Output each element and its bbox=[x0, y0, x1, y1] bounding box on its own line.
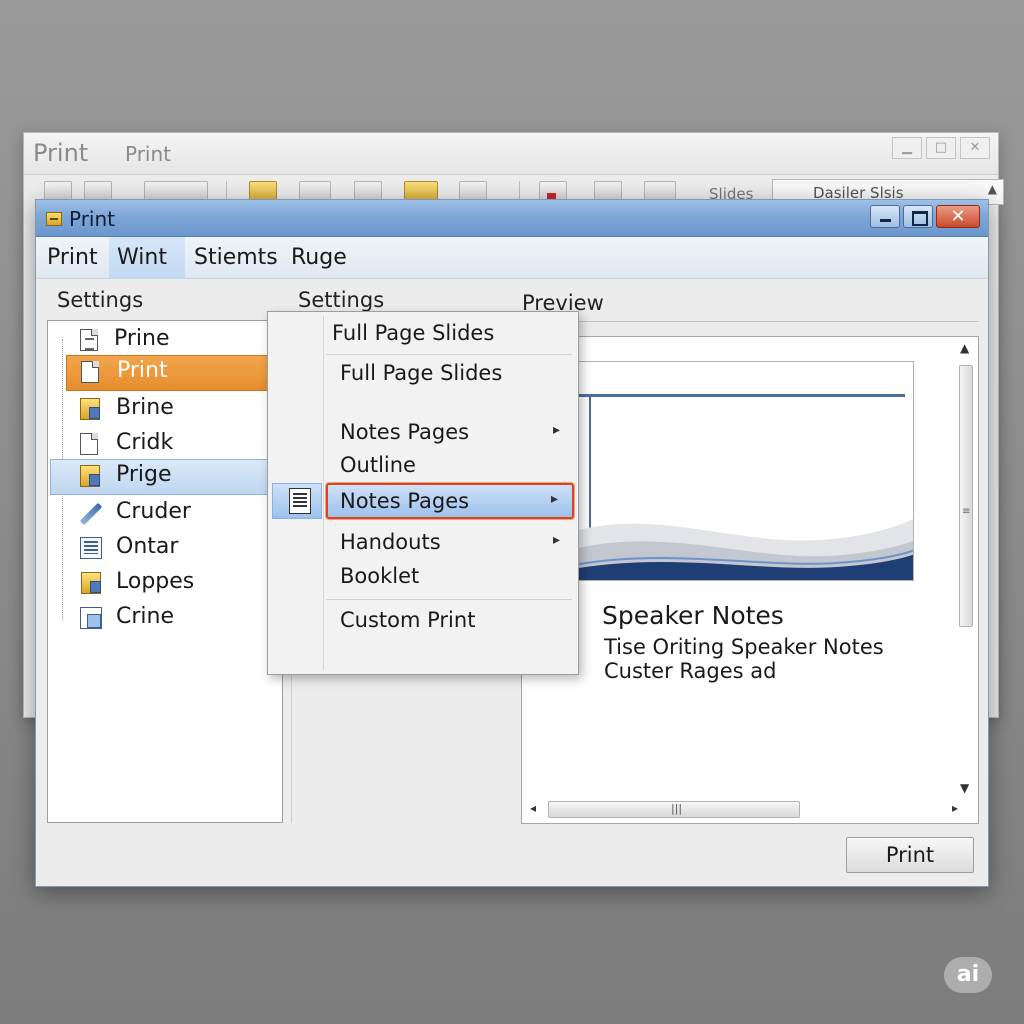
tree-item-crine[interactable]: Crine bbox=[48, 601, 270, 637]
minimize-button[interactable] bbox=[870, 205, 900, 228]
menu-item-label: Booklet bbox=[340, 564, 420, 588]
tree-item-label: Brine bbox=[116, 395, 174, 420]
menu-item-handouts[interactable]: Handouts ▸ bbox=[326, 526, 574, 562]
menu-item-label: Notes Pages bbox=[340, 489, 470, 513]
tree-item-cruder[interactable]: Cruder bbox=[48, 496, 270, 532]
menu-item-booklet[interactable]: Booklet bbox=[326, 560, 574, 596]
scroll-right-icon[interactable]: ▸ bbox=[952, 801, 958, 815]
vertical-scroll-thumb[interactable]: ≡ bbox=[959, 365, 973, 627]
menu-item-label: Outline bbox=[340, 453, 416, 477]
menu-stiemts[interactable]: Stiemts bbox=[186, 237, 286, 279]
background-window-controls: ▁ □ ✕ bbox=[892, 137, 990, 159]
picture-icon bbox=[80, 398, 100, 420]
scroll-down-icon[interactable]: ▼ bbox=[960, 781, 969, 795]
tree-item-label: Crine bbox=[116, 604, 174, 629]
scroll-up-icon[interactable]: ▲ bbox=[960, 341, 969, 355]
menu-icon-gutter bbox=[323, 316, 324, 670]
tree-item-label: Prine bbox=[114, 326, 170, 351]
menu-item-label: Full Page Slides bbox=[340, 361, 503, 385]
print-layout-dropdown: Full Page Slides Full Page Slides Notes … bbox=[267, 311, 579, 675]
tree-item-label: Cruder bbox=[116, 499, 191, 524]
menu-wint[interactable]: Wint bbox=[109, 237, 185, 279]
preview-header-divider bbox=[521, 321, 979, 322]
grip-icon: ≡ bbox=[962, 506, 971, 517]
speaker-notes-line: Custer Rages ad bbox=[604, 659, 777, 683]
speaker-notes-line: Tise Oriting Speaker Notes bbox=[604, 635, 884, 659]
document-icon bbox=[80, 329, 98, 351]
close-icon[interactable]: ✕ bbox=[960, 137, 990, 159]
notes-page-icon bbox=[289, 488, 311, 514]
menu-icon-highlight bbox=[272, 483, 322, 519]
dialog-title: Print bbox=[69, 207, 116, 231]
slide-title-rule bbox=[579, 394, 905, 397]
menu-item-label: Notes Pages bbox=[340, 420, 470, 444]
horizontal-scroll-thumb[interactable]: ||| bbox=[548, 801, 800, 818]
tree-item-prine[interactable]: Prine bbox=[48, 323, 270, 359]
dropdown-header: Full Page Slides bbox=[332, 321, 495, 345]
submenu-arrow-icon: ▸ bbox=[552, 422, 560, 438]
slide-wave-graphic bbox=[579, 518, 913, 580]
menu-item-notes-pages[interactable]: Notes Pages ▸ bbox=[326, 416, 574, 452]
dialog-titlebar[interactable]: Print ✕ bbox=[36, 200, 988, 237]
window-controls: ✕ bbox=[870, 205, 980, 228]
speaker-notes-title: Speaker Notes bbox=[602, 601, 784, 630]
menu-ruge[interactable]: Ruge bbox=[283, 237, 355, 279]
submenu-arrow-icon: ▸ bbox=[550, 491, 558, 507]
tree-item-label: Prige bbox=[116, 462, 172, 487]
settings-label-middle: Settings bbox=[298, 288, 385, 312]
tree-item-label: Loppes bbox=[116, 569, 195, 594]
menu-separator bbox=[326, 599, 572, 600]
background-titlebar: Print Print ▁ □ ✕ bbox=[24, 133, 998, 175]
slides-icon bbox=[80, 607, 102, 629]
preview-panel: Speaker Notes Tise Oriting Speaker Notes… bbox=[521, 336, 979, 824]
ai-badge: ai bbox=[944, 957, 992, 993]
menu-item-label: Handouts bbox=[340, 530, 441, 554]
settings-tree: Prine Print Brine Cridk Prige Cruder Ont… bbox=[47, 320, 284, 823]
settings-label-left: Settings bbox=[57, 288, 144, 312]
chevron-up-icon[interactable]: ▲ bbox=[988, 182, 997, 196]
menu-print[interactable]: Print bbox=[39, 237, 106, 279]
pen-icon bbox=[79, 502, 103, 526]
list-icon bbox=[80, 537, 102, 559]
submenu-arrow-icon: ▸ bbox=[552, 532, 560, 548]
menu-item-full-page-slides[interactable]: Full Page Slides bbox=[326, 357, 574, 393]
tree-item-cridk[interactable]: Cridk bbox=[48, 427, 270, 463]
tree-item-print[interactable]: Print bbox=[66, 355, 284, 391]
folder-icon bbox=[81, 572, 101, 594]
picture-icon bbox=[80, 465, 100, 487]
tree-item-label: Print bbox=[117, 358, 168, 383]
grip-icon: ||| bbox=[671, 802, 683, 815]
page-icon bbox=[81, 361, 99, 383]
tree-item-label: Ontar bbox=[116, 534, 179, 559]
tree-item-prige[interactable]: Prige bbox=[50, 459, 284, 495]
slide-thumbnail bbox=[578, 361, 914, 581]
background-window-subtitle: Print bbox=[125, 142, 172, 166]
page-icon bbox=[80, 433, 98, 455]
menu-item-custom-print[interactable]: Custom Print bbox=[326, 604, 574, 640]
menu-item-outline[interactable]: Outline bbox=[326, 449, 574, 485]
vertical-scrollbar[interactable]: ▲ ≡ ▼ bbox=[958, 341, 975, 797]
tree-item-brine[interactable]: Brine bbox=[48, 392, 270, 428]
menu-item-notes-pages-selected[interactable]: Notes Pages ▸ bbox=[326, 483, 574, 519]
scroll-left-icon[interactable]: ◂ bbox=[530, 801, 536, 815]
print-button[interactable]: Print bbox=[846, 837, 974, 873]
printer-app-icon bbox=[46, 212, 62, 226]
close-button[interactable]: ✕ bbox=[936, 205, 980, 228]
tree-item-ontar[interactable]: Ontar bbox=[48, 531, 270, 567]
minimize-icon[interactable]: ▁ bbox=[892, 137, 922, 159]
tree-item-loppes[interactable]: Loppes bbox=[48, 566, 270, 602]
maximize-icon[interactable]: □ bbox=[926, 137, 956, 159]
menu-separator bbox=[326, 354, 572, 355]
background-window-title: Print bbox=[33, 139, 89, 167]
maximize-button[interactable] bbox=[903, 205, 933, 228]
horizontal-scrollbar[interactable]: ◂ ||| ▸ bbox=[526, 800, 958, 819]
tree-item-label: Cridk bbox=[116, 430, 174, 455]
menu-item-label: Custom Print bbox=[340, 608, 476, 632]
menu-bar: Print Wint Stiemts Ruge bbox=[36, 237, 988, 279]
